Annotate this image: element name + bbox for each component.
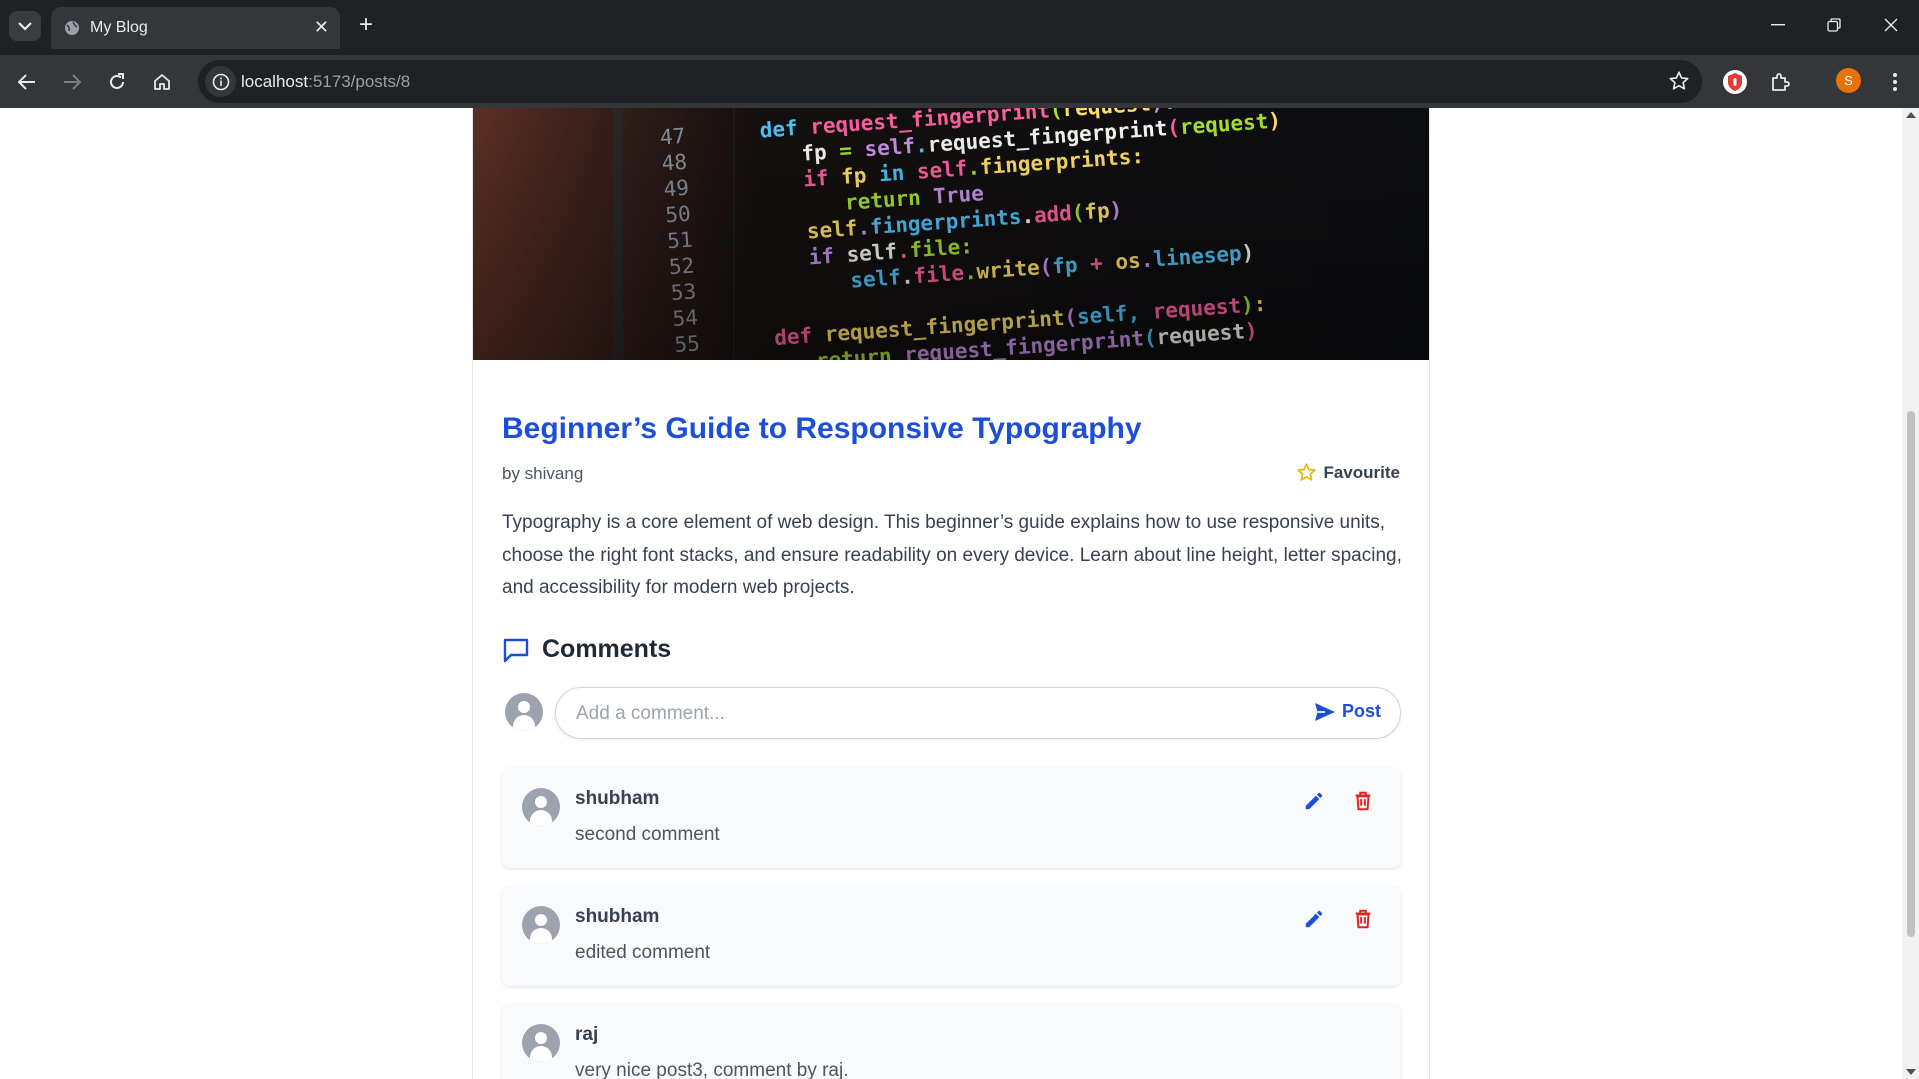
profile-avatar[interactable]: S bbox=[1836, 68, 1861, 93]
arrow-left-icon bbox=[18, 74, 35, 90]
site-info-button[interactable] bbox=[205, 66, 236, 97]
url-path: :5173/posts/8 bbox=[308, 72, 411, 91]
send-icon bbox=[1314, 702, 1335, 721]
scroll-up-arrow[interactable] bbox=[1906, 112, 1916, 118]
browser-menu-button[interactable] bbox=[1879, 66, 1911, 98]
post-comment-button[interactable]: Post bbox=[1314, 701, 1381, 722]
browser-tab-bar: My Blog ✕ + bbox=[0, 0, 1919, 55]
comment-author: raj bbox=[575, 1024, 599, 1045]
comment-author: shubham bbox=[575, 788, 660, 809]
close-tab-icon[interactable]: ✕ bbox=[314, 18, 329, 36]
home-icon bbox=[154, 74, 170, 90]
trash-icon[interactable] bbox=[1352, 908, 1374, 930]
url-host: localhost bbox=[241, 72, 309, 91]
comment-item: shubham edited comment bbox=[502, 886, 1401, 986]
favourite-label: Favourite bbox=[1323, 462, 1400, 482]
code-screen-image: 47def request_fingerprint(request):48fp … bbox=[473, 108, 1429, 360]
extensions-button[interactable] bbox=[1765, 66, 1797, 98]
comment-input[interactable] bbox=[576, 700, 1276, 728]
bookmark-star-icon[interactable] bbox=[1668, 70, 1690, 92]
comment-author: shubham bbox=[575, 906, 660, 927]
star-outline-icon bbox=[1297, 463, 1317, 481]
forward-button[interactable] bbox=[56, 66, 88, 98]
restore-button[interactable] bbox=[1806, 0, 1862, 50]
post-card: 47def request_fingerprint(request):48fp … bbox=[472, 108, 1430, 1079]
page-scrollbar[interactable] bbox=[1902, 108, 1919, 1079]
favourite-button[interactable]: Favourite bbox=[1296, 462, 1400, 483]
edit-pencil-icon[interactable] bbox=[1303, 908, 1325, 930]
arrow-right-icon bbox=[64, 74, 81, 90]
address-bar[interactable]: localhost:5173/posts/8 bbox=[198, 60, 1702, 103]
comment-item: raj very nice post3, comment by raj. bbox=[502, 1004, 1401, 1079]
globe-icon bbox=[65, 21, 79, 35]
url-text: localhost:5173/posts/8 bbox=[241, 72, 410, 92]
shield-icon bbox=[1723, 70, 1747, 94]
restore-icon bbox=[1827, 18, 1841, 32]
comment-text: very nice post3, comment by raj. bbox=[575, 1060, 849, 1079]
puzzle-icon bbox=[1772, 73, 1790, 91]
browser-tab[interactable]: My Blog ✕ bbox=[51, 7, 340, 49]
comment-text: edited comment bbox=[575, 942, 711, 963]
more-vertical-icon bbox=[1893, 73, 1897, 91]
tab-search-button[interactable] bbox=[9, 11, 41, 41]
post-author: by shivang bbox=[502, 464, 584, 483]
trash-icon[interactable] bbox=[1352, 790, 1374, 812]
post-cover-image: 47def request_fingerprint(request):48fp … bbox=[473, 108, 1429, 360]
scroll-down-arrow[interactable] bbox=[1906, 1069, 1916, 1075]
back-button[interactable] bbox=[11, 66, 43, 98]
edit-pencil-icon[interactable] bbox=[1303, 790, 1325, 812]
avatar bbox=[522, 788, 560, 826]
post-label: Post bbox=[1341, 701, 1381, 721]
browser-toolbar: localhost:5173/posts/8 bbox=[0, 55, 1919, 108]
reload-button[interactable] bbox=[101, 66, 133, 98]
reload-icon bbox=[110, 73, 124, 89]
comments-title: Comments bbox=[542, 635, 672, 663]
home-button[interactable] bbox=[146, 66, 178, 98]
comments-header: Comments bbox=[502, 635, 671, 664]
info-icon bbox=[212, 73, 229, 90]
new-tab-button[interactable]: + bbox=[352, 11, 380, 39]
scroll-thumb[interactable] bbox=[1907, 411, 1915, 937]
page-viewport: 47def request_fingerprint(request):48fp … bbox=[0, 108, 1902, 1079]
post-title: Beginner’s Guide to Responsive Typograph… bbox=[502, 412, 1142, 445]
tab-title: My Blog bbox=[90, 19, 148, 36]
post-body: Typography is a core element of web desi… bbox=[502, 512, 1402, 598]
chat-bubble-icon bbox=[503, 638, 529, 662]
close-icon bbox=[1884, 18, 1898, 32]
minimize-button[interactable] bbox=[1750, 0, 1806, 50]
chevron-down-icon bbox=[18, 21, 32, 31]
current-user-avatar bbox=[505, 693, 543, 731]
avatar bbox=[522, 1024, 560, 1062]
avatar bbox=[522, 906, 560, 944]
comment-form: Post bbox=[555, 687, 1401, 739]
comment-item: shubham second comment bbox=[502, 768, 1401, 868]
extension-ublock-button[interactable] bbox=[1719, 66, 1751, 98]
minimize-icon bbox=[1771, 24, 1785, 26]
comment-text: second comment bbox=[575, 824, 720, 845]
close-window-button[interactable] bbox=[1863, 0, 1919, 50]
